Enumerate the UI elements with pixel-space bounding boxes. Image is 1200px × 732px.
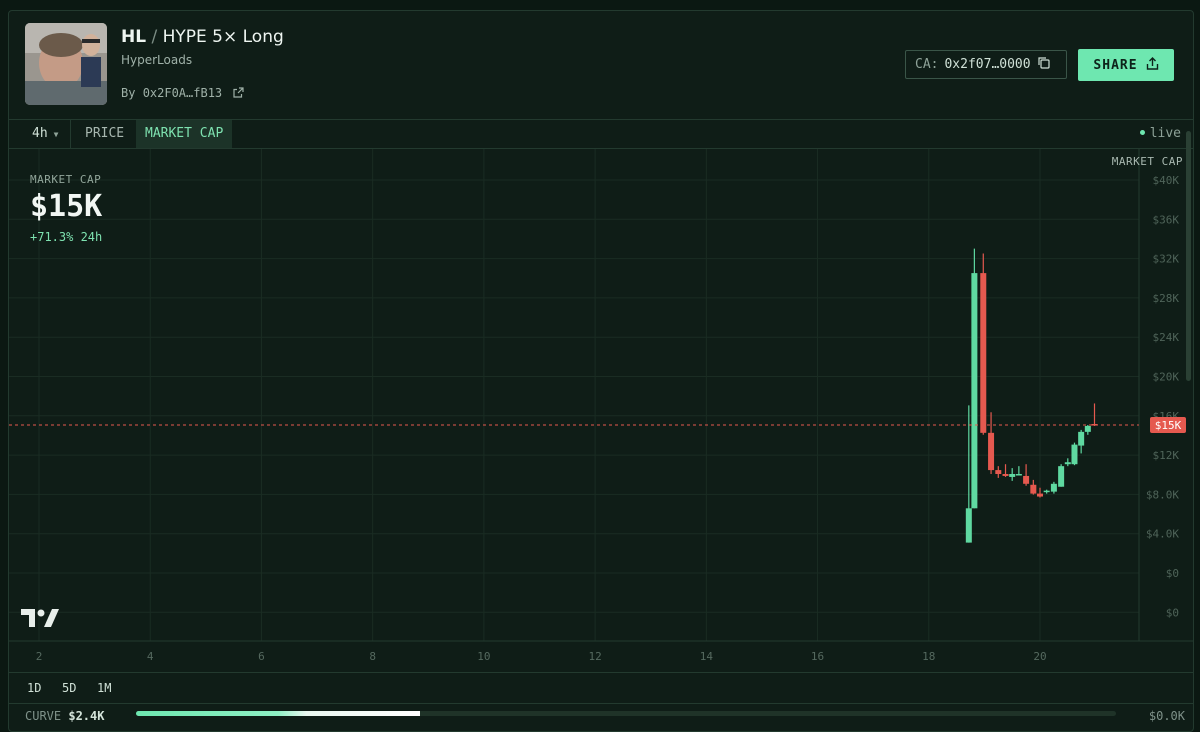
candle-body: [965, 508, 972, 543]
y-tick-label: $32K: [1153, 253, 1180, 266]
candle-body: [1015, 474, 1022, 476]
y-tick-label: $8.0K: [1146, 488, 1179, 501]
project-name: HyperLoads: [121, 53, 193, 67]
market-cap-stats: MARKET CAP $15K +71.3% 24h: [30, 173, 102, 244]
y-tick-label: $0: [1166, 567, 1179, 580]
x-tick-label: 4: [147, 650, 154, 663]
y-tick-label: $12K: [1153, 449, 1180, 462]
ca-value: 0x2f07…0000: [944, 57, 1031, 72]
candlestick-chart[interactable]: $40K$36K$32K$28K$24K$20K$16K$12K$8.0K$4.…: [9, 149, 1193, 671]
y-tick-label: $0: [1166, 606, 1179, 619]
last-price-label: $15K: [1155, 419, 1182, 432]
curve-label: CURVE $2.4K: [25, 709, 104, 723]
curve-value: $2.4K: [68, 709, 105, 723]
candle-body: [1084, 425, 1091, 432]
tradingview-logo-icon[interactable]: [21, 607, 59, 633]
creator-address-link[interactable]: 0x2F0A…fB13: [143, 86, 222, 100]
stats-value: $15K: [30, 189, 103, 224]
curve-progress-bar: [136, 711, 1116, 716]
candle-body: [995, 470, 1002, 474]
contract-address-copy[interactable]: CA: 0x2f07…0000: [905, 50, 1067, 79]
x-tick-label: 14: [700, 650, 714, 663]
range-bar: 1D 5D 1M: [9, 672, 1193, 703]
candle-body: [1078, 431, 1085, 446]
interval-value: 4h: [32, 126, 48, 141]
range-1d-button[interactable]: 1D: [27, 673, 41, 703]
live-dot-icon: [1139, 130, 1145, 135]
x-tick-label: 12: [588, 650, 601, 663]
token-ticker: HL: [121, 27, 147, 47]
candle-body: [988, 432, 995, 471]
tab-price[interactable]: PRICE: [77, 120, 132, 148]
y-tick-label: $36K: [1153, 213, 1180, 226]
interval-select[interactable]: 4h ▼: [21, 120, 71, 148]
bonding-curve-row: CURVE $2.4K $0.0K: [9, 703, 1193, 731]
candle-body: [1050, 483, 1057, 492]
chart-area[interactable]: $40K $36K $32K $28K $24K $20K $16K $12K $8.0K $4.…: [9, 149, 1193, 671]
candle-body: [1030, 484, 1037, 494]
tab-market-cap[interactable]: MARKET CAP: [136, 120, 233, 148]
share-icon: [1146, 56, 1159, 74]
creator-line: By 0x2F0A…fB13: [121, 86, 245, 101]
curve-progress-fill: [136, 711, 421, 716]
candle-body: [1064, 462, 1071, 465]
x-tick-label: 2: [36, 650, 43, 663]
y-tick-label: $20K: [1153, 371, 1180, 384]
external-link-icon[interactable]: [233, 87, 245, 101]
copy-icon[interactable]: [1037, 56, 1050, 73]
caret-down-icon: ▼: [53, 130, 59, 139]
x-tick-label: 20: [1033, 650, 1046, 663]
curve-right-value: $0.0K: [1148, 709, 1185, 723]
token-avatar: [25, 23, 107, 105]
curve-label-text: CURVE: [25, 709, 62, 723]
by-label: By: [121, 86, 136, 100]
chart-toolbar: 4h ▼ PRICE MARKET CAP live: [9, 120, 1193, 149]
candle-body: [980, 273, 987, 433]
candle-body: [1037, 493, 1043, 497]
candle-body: [1023, 475, 1030, 484]
y-axis-title: MARKET CAP: [1111, 155, 1183, 168]
token-header: HL / HYPE 5× Long HyperLoads By 0x2F0A…f…: [9, 11, 1193, 120]
candle-body: [1002, 474, 1009, 476]
x-tick-label: 16: [811, 650, 824, 663]
y-tick-label: $4.0K: [1146, 528, 1179, 541]
x-tick-label: 18: [922, 650, 935, 663]
chart-background: [9, 149, 1193, 671]
token-chart-panel: HL / HYPE 5× Long HyperLoads By 0x2F0A…f…: [8, 10, 1194, 732]
x-tick-label: 6: [258, 650, 265, 663]
candle-body: [1071, 444, 1078, 465]
x-tick-label: 10: [477, 650, 490, 663]
token-title: HL / HYPE 5× Long: [121, 27, 284, 47]
title-separator: /: [151, 27, 163, 47]
live-label: live: [1149, 126, 1181, 141]
y-tick-label: $28K: [1153, 292, 1180, 305]
stats-label: MARKET CAP: [30, 173, 102, 186]
range-5d-button[interactable]: 5D: [62, 673, 76, 703]
stats-change: +71.3% 24h: [30, 230, 103, 244]
live-indicator: live: [1139, 120, 1181, 148]
range-1m-button[interactable]: 1M: [97, 673, 111, 703]
y-tick-label: $24K: [1153, 331, 1180, 344]
candle-body: [1058, 466, 1065, 487]
scrollbar[interactable]: [1186, 131, 1191, 381]
token-name: HYPE 5× Long: [162, 27, 284, 47]
x-tick-label: 8: [369, 650, 376, 663]
share-label: SHARE: [1093, 57, 1138, 73]
candle-body: [971, 273, 978, 509]
candle-body: [1043, 490, 1050, 493]
share-button[interactable]: SHARE: [1078, 49, 1174, 81]
candle-body: [1009, 474, 1016, 477]
y-tick-label: $40K: [1153, 174, 1180, 187]
ca-label: CA:: [915, 57, 939, 72]
